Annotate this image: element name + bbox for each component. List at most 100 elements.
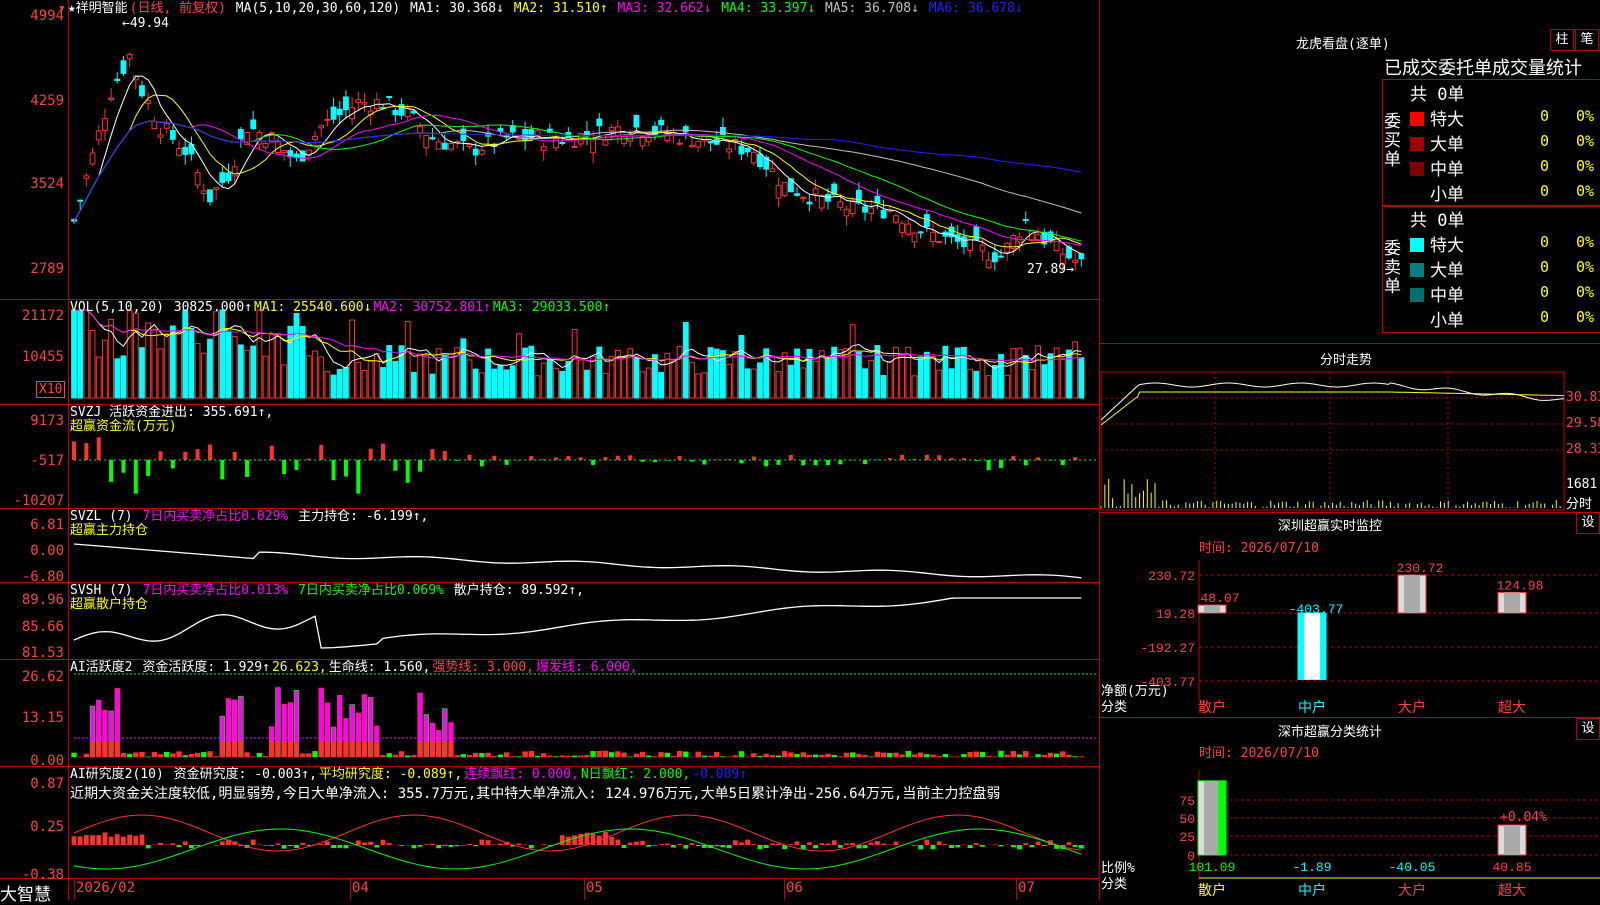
ai-research-bar — [751, 844, 756, 845]
ai-activity-base-bar — [350, 741, 355, 757]
ai-research-line — [74, 815, 1081, 851]
ai-activity-base-bar — [362, 741, 367, 757]
ma-value-2: MA2: 31.510↑ — [506, 1, 608, 16]
ai-research-bar — [356, 840, 361, 845]
volume-bar — [424, 355, 429, 398]
candle-body — [813, 189, 818, 194]
sz-class-y-label: 25 — [1179, 830, 1195, 845]
svzj-header: SVZJ 活跃资金进出: 355.691↑, — [70, 406, 273, 420]
volume-bar — [918, 358, 923, 398]
y-axis-label: -6.80 — [0, 570, 64, 584]
volume-bar — [937, 370, 942, 398]
ai-activity-base-bar — [344, 741, 349, 757]
candle-body — [344, 97, 349, 110]
volume-bar — [504, 370, 509, 398]
ai-activity-bar — [405, 756, 410, 757]
tick-view-button[interactable]: 笔 — [1575, 29, 1599, 51]
volume-bar — [578, 360, 583, 398]
svzj-bar — [121, 460, 125, 473]
ai-activity-base-bar — [319, 741, 324, 757]
ai-activity-bar — [1054, 754, 1059, 757]
volume-bar — [900, 356, 905, 398]
ai-research-bar — [319, 844, 324, 845]
order-label: 特大 — [1430, 110, 1464, 130]
volume-bar — [282, 365, 287, 398]
ai-activity-bar — [1042, 755, 1047, 757]
ai-activity-bar — [937, 756, 942, 757]
svzl-line — [74, 544, 1081, 578]
y-axis-label: 26.62 — [0, 670, 64, 684]
svzj-bar — [1024, 460, 1028, 465]
order-count: 0 — [1540, 308, 1549, 326]
volume-bar — [201, 353, 206, 398]
ai-research-bar — [473, 845, 478, 846]
svzj-bar — [356, 460, 360, 494]
candle-body — [313, 136, 318, 139]
candle-body — [677, 143, 682, 144]
ai-research-bar — [869, 843, 874, 845]
intraday-y-label: 30.83 — [1566, 390, 1600, 405]
svzj-bar — [282, 460, 286, 474]
volume-bar — [727, 364, 732, 398]
sz-class-bar-label: 40.85 — [1492, 860, 1531, 875]
ai-research-bar — [331, 845, 336, 848]
sz-class-category: 大户 — [1398, 882, 1426, 899]
ai-activity-base-bar — [288, 741, 293, 757]
ai-activity-bar — [609, 753, 614, 757]
sz-monitor-bar-label: -403.77 — [1289, 602, 1344, 617]
ai-research-bar — [344, 845, 349, 848]
ai-research-bar — [609, 837, 614, 845]
candle-body — [591, 140, 596, 153]
volume-bar — [251, 346, 256, 398]
candle-body — [795, 194, 800, 196]
column-view-button[interactable]: 柱 — [1550, 29, 1574, 51]
svzj-bar — [344, 460, 348, 477]
sz-monitor-settings-button[interactable]: 设 — [1576, 512, 1600, 534]
ai-research-bar — [764, 845, 769, 848]
ai-activity-base-bar — [424, 741, 429, 757]
ai-research-bar — [931, 845, 936, 849]
volume-bar — [294, 313, 299, 398]
volume-bar — [733, 352, 738, 398]
volume-bar — [683, 323, 688, 398]
ai-research-bar — [739, 842, 744, 845]
candle-body — [263, 143, 268, 147]
ma-value-5: MA5: 36.708↓ — [817, 1, 919, 16]
candle-body — [634, 115, 639, 127]
volume-bar — [245, 350, 250, 398]
candle-body — [850, 201, 855, 214]
y-axis-label: -0.38 — [0, 868, 64, 882]
ai-research-bar — [795, 841, 800, 845]
sz-monitor-cat-label: 分类 — [1101, 696, 1127, 715]
chart-mode[interactable]: (日线, 前复权) — [130, 1, 226, 16]
ai-research-bar — [801, 845, 806, 849]
x-axis-label: 05 — [586, 880, 603, 896]
volume-bar — [220, 310, 225, 398]
candle-body — [152, 121, 157, 128]
volume-bar — [850, 325, 855, 398]
ai-research-bar — [955, 845, 960, 847]
ai-research-bar — [492, 844, 497, 845]
svsh-subtitle: 超赢散户持仓 — [70, 598, 148, 612]
volume-bar — [739, 335, 744, 398]
volume-bar — [1048, 354, 1053, 398]
volume-bar — [690, 363, 695, 398]
kline-chart-canvas[interactable]: 230.7219.28-192.27-403.7748.07散户-403.77中… — [0, 0, 1600, 900]
volume-bar — [591, 356, 596, 398]
volume-bar — [986, 376, 991, 398]
intraday-volume-label: 1681 — [1566, 477, 1597, 492]
candle-body — [986, 260, 991, 267]
ai-research-bar — [479, 840, 484, 845]
candle-body — [912, 233, 917, 242]
volume-bar — [78, 310, 83, 398]
ai-research-bar — [418, 845, 423, 847]
volume-bar — [554, 368, 559, 398]
sz-class-settings-button[interactable]: 设 — [1576, 718, 1600, 740]
stock-title[interactable]: ★祥明智能 — [68, 1, 128, 16]
candle-body — [622, 137, 627, 144]
svzj-bar — [566, 456, 570, 460]
ai-research-bar — [183, 841, 188, 845]
order-color-swatch — [1410, 238, 1424, 252]
volume-bar — [164, 335, 169, 398]
candle-body — [195, 173, 200, 185]
